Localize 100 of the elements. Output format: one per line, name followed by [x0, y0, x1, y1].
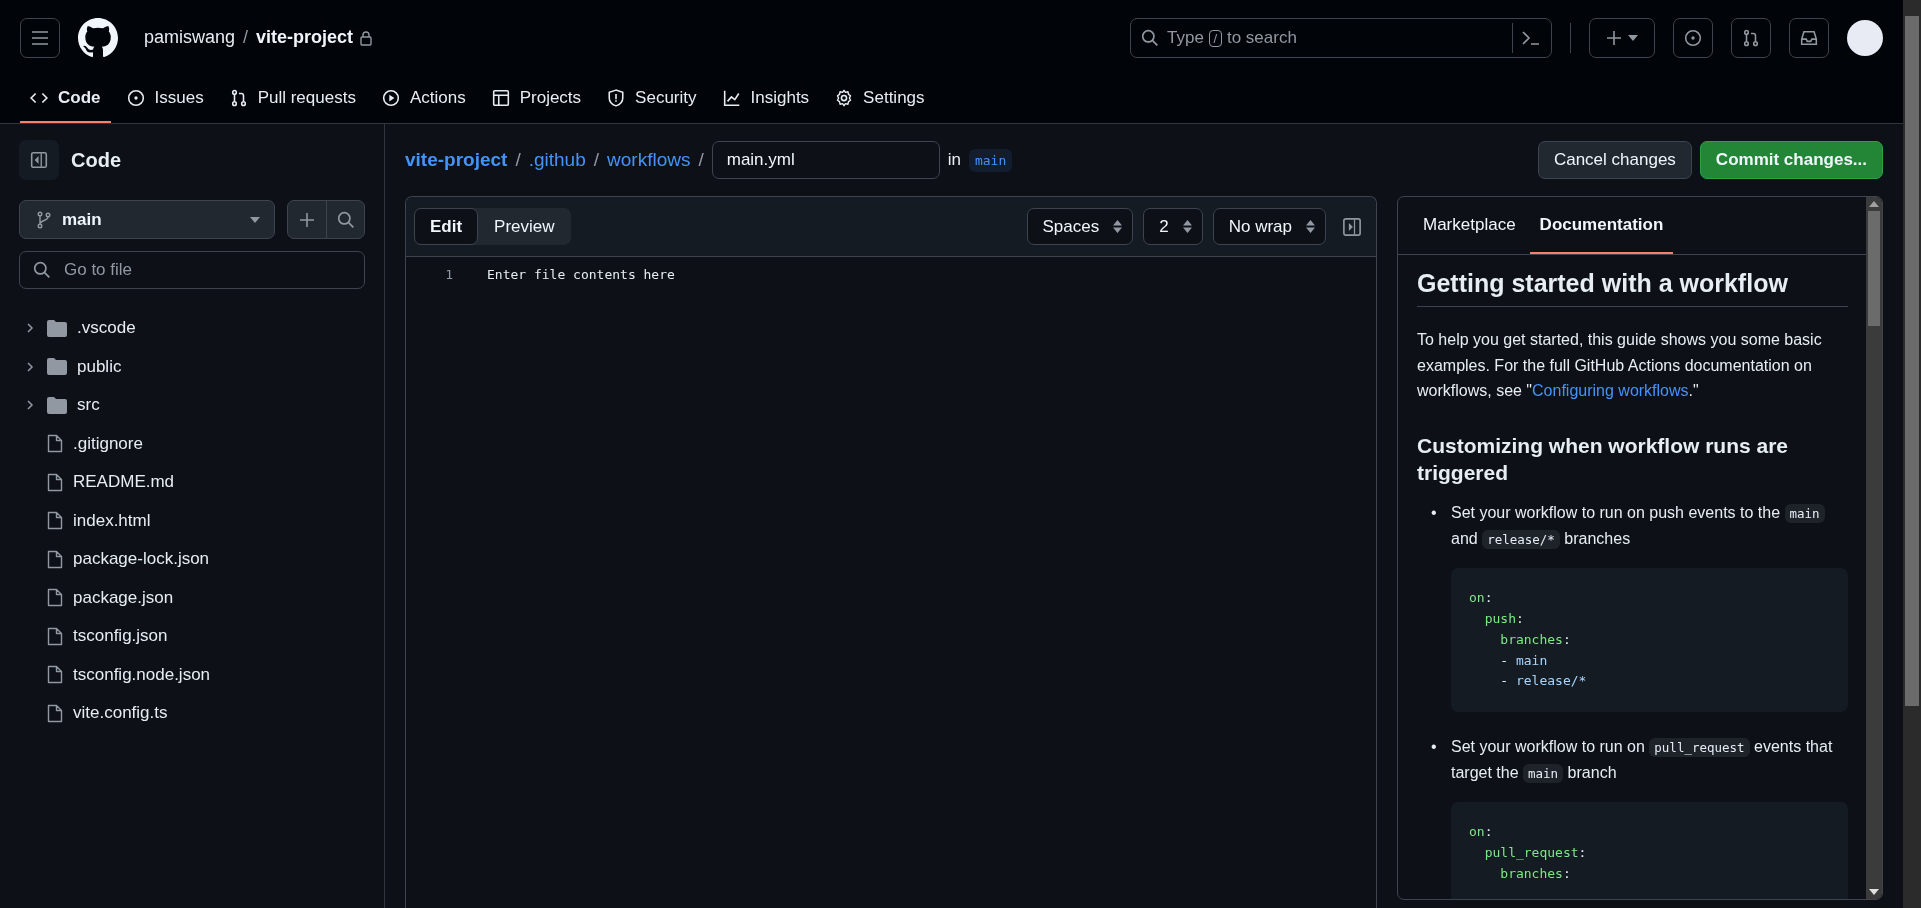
file-tree-item[interactable]: README.md	[19, 463, 365, 502]
breadcrumb-link[interactable]: .github	[528, 149, 586, 171]
octocat-logo-icon[interactable]	[78, 17, 118, 58]
code-input-area[interactable]: 1 Enter file contents here	[406, 257, 1376, 908]
branch-icon	[36, 210, 52, 229]
repo-nav-tab[interactable]: Code	[20, 75, 111, 123]
cancel-changes-button[interactable]: Cancel changes	[1537, 141, 1692, 179]
file-icon	[47, 549, 63, 569]
path-separator: /	[243, 27, 249, 48]
pull-request-icon	[229, 89, 248, 107]
file-tree-item[interactable]: tsconfig.json	[19, 617, 365, 656]
search-field[interactable]: Type / to search	[1130, 17, 1552, 58]
shortcut-key: /	[1208, 29, 1223, 47]
owner-link[interactable]: pamiswang	[144, 27, 236, 48]
select-arrows-icon	[1113, 220, 1123, 233]
repo-nav-tab[interactable]: Insights	[712, 75, 820, 123]
file-tree-item[interactable]: package.json	[19, 578, 365, 617]
plus-icon	[299, 211, 315, 228]
code-block: on: push: branches: - main - release/*	[1451, 568, 1848, 713]
repo-nav-tab[interactable]: Issues	[116, 75, 214, 123]
editor-option-select[interactable]: Spaces	[1026, 208, 1134, 245]
repo-nav-tab[interactable]: Security	[597, 75, 707, 123]
scroll-down-icon[interactable]	[1869, 889, 1879, 895]
menu-icon	[31, 30, 49, 45]
inbox-icon	[1800, 28, 1818, 47]
docs-heading: Getting started with a workflow	[1417, 269, 1848, 307]
play-icon	[381, 89, 400, 107]
editor-option-select[interactable]: No wrap	[1212, 208, 1326, 245]
file-icon	[47, 703, 63, 723]
issue-icon	[1684, 28, 1702, 47]
repo-nav-tab[interactable]: Pull requests	[219, 75, 366, 123]
repo-nav-tab[interactable]: Settings	[825, 75, 935, 123]
file-tree-item[interactable]: public	[19, 347, 365, 386]
select-arrows-icon	[1182, 220, 1192, 233]
settings-icon	[835, 89, 854, 107]
file-icon	[47, 626, 63, 646]
editor-placeholder: Enter file contents here	[487, 267, 675, 282]
bullet: •	[1431, 503, 1438, 524]
scrollbar-thumb[interactable]	[1905, 16, 1919, 706]
issue-icon	[126, 89, 145, 107]
file-icon	[47, 434, 63, 454]
commit-changes-button[interactable]: Commit changes...	[1699, 141, 1883, 179]
code-block: on: pull_request: branches:	[1451, 802, 1848, 899]
repo-link[interactable]: vite-project	[256, 27, 354, 48]
file-tree-item[interactable]: src	[19, 386, 365, 425]
file-icon	[47, 665, 63, 685]
file-icon	[47, 511, 63, 531]
sidebar-panel-icon	[30, 151, 48, 169]
sidebar-panel-icon[interactable]	[1342, 216, 1362, 237]
graph-icon	[722, 89, 741, 107]
docs-link[interactable]: Configuring workflows	[1532, 382, 1689, 400]
file-tree-item[interactable]: tsconfig.node.json	[19, 655, 365, 694]
file-tree-item[interactable]: .gitignore	[19, 424, 365, 463]
docs-list-item: Set your workflow to run on pull_request events that target the main branch	[1451, 737, 1834, 786]
create-new-button[interactable]	[1589, 17, 1655, 58]
branch-label: main	[968, 148, 1013, 172]
shield-icon	[607, 89, 626, 107]
path-separator: /	[698, 149, 704, 171]
file-tree-item[interactable]: vite.config.ts	[19, 694, 365, 733]
repo-nav-tab[interactable]: Actions	[371, 75, 476, 123]
docs-list-item: Set your workflow to run on push events to the main and release/* branches	[1451, 500, 1848, 553]
panel-tab[interactable]: Documentation	[1529, 197, 1674, 254]
breadcrumb-link[interactable]: workflows	[607, 149, 691, 171]
path-separator: /	[515, 149, 521, 171]
panel-tab[interactable]: Marketplace	[1413, 197, 1526, 254]
table-icon	[491, 89, 510, 107]
branch-select[interactable]: main	[19, 200, 275, 239]
file-tree-item[interactable]: index.html	[19, 501, 365, 540]
caret-icon	[250, 216, 260, 223]
breadcrumb-link[interactable]: vite-project	[405, 149, 508, 171]
scrollbar-thumb[interactable]	[1868, 211, 1880, 326]
file-icon	[47, 472, 63, 492]
folder-icon	[47, 319, 67, 337]
editor-option-select[interactable]: 2	[1143, 208, 1203, 245]
repo-nav-tab[interactable]: Projects	[481, 75, 592, 123]
sidebar-title: Code	[71, 148, 121, 172]
editor-mode-tab[interactable]: Edit	[414, 208, 479, 245]
go-to-file-field[interactable]: Go to file	[19, 251, 365, 289]
user-avatar[interactable]	[1847, 19, 1883, 56]
editor-mode-tab[interactable]: Preview	[478, 208, 571, 245]
inbox-button[interactable]	[1789, 17, 1829, 58]
search-icon	[1141, 28, 1159, 47]
collapse-sidebar-button[interactable]	[19, 140, 59, 180]
scroll-up-icon[interactable]	[1869, 201, 1879, 207]
search-icon	[336, 210, 355, 229]
search-placeholder: to search	[1226, 27, 1297, 47]
menu-button[interactable]	[20, 17, 60, 58]
filename-field[interactable]: main.yml	[711, 141, 940, 179]
file-icon	[47, 588, 63, 608]
pull-requests-button[interactable]	[1731, 17, 1771, 58]
bullet: •	[1431, 737, 1438, 758]
file-tree-item[interactable]: package-lock.json	[19, 540, 365, 579]
select-arrows-icon	[1306, 220, 1315, 233]
pull-request-icon	[1742, 28, 1760, 47]
in-label: in	[947, 150, 961, 170]
issues-button[interactable]	[1673, 17, 1713, 58]
file-tree-item[interactable]: .vscode	[19, 309, 365, 348]
command-palette-icon[interactable]	[1521, 29, 1541, 46]
path-separator: /	[593, 149, 600, 171]
search-placeholder: Type	[1167, 27, 1204, 47]
